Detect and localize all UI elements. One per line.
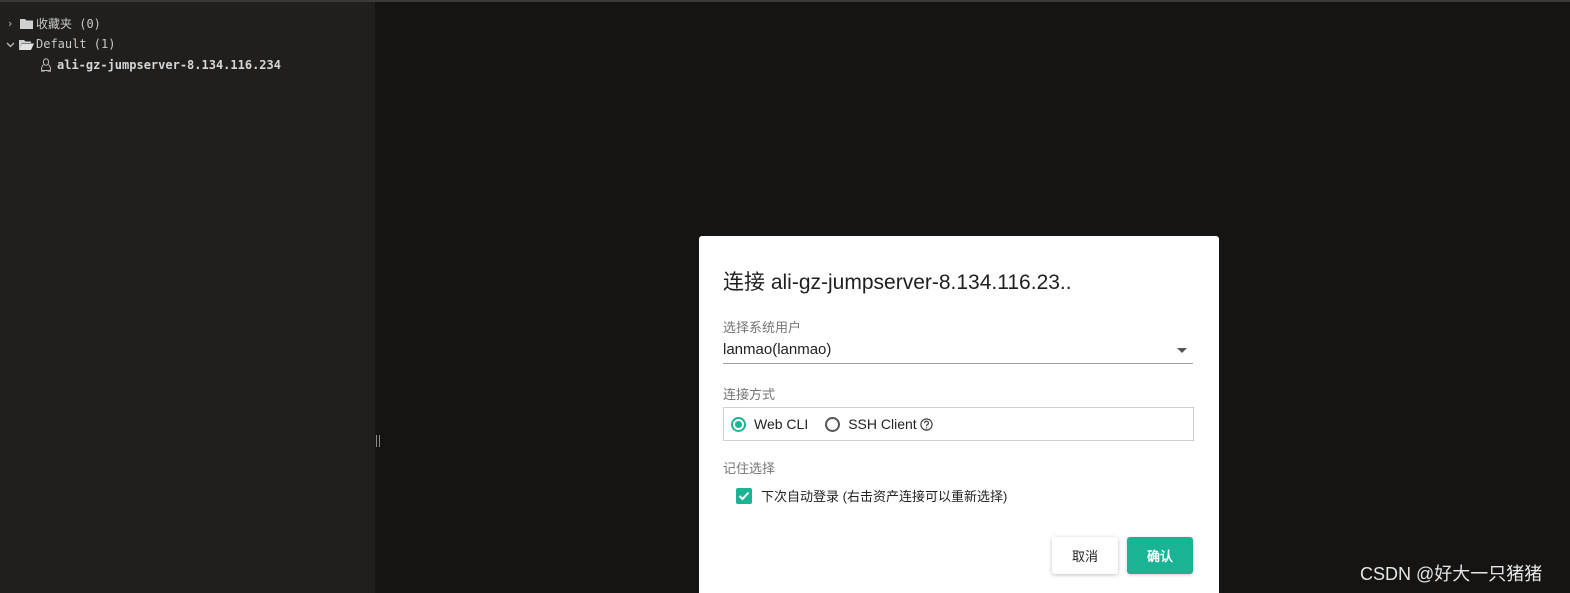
tree-node-host[interactable]: ali-gz-jumpserver-8.134.116.234: [38, 55, 281, 75]
auto-login-label: 下次自动登录 (右击资产连接可以重新选择): [761, 489, 1008, 504]
linux-icon: [38, 58, 54, 72]
connect-method-group: Web CLI SSH Client: [723, 407, 1194, 441]
tree-node-label: 收藏夹 (0): [36, 16, 101, 31]
pane-resize-handle[interactable]: [375, 433, 381, 449]
dropdown-arrow-icon[interactable]: [1177, 348, 1187, 353]
radio-label: SSH Client: [848, 416, 917, 432]
radio-label: Web CLI: [754, 416, 809, 432]
cancel-button[interactable]: 取消: [1052, 537, 1118, 574]
radio-ssh-client[interactable]: SSH Client: [825, 416, 933, 432]
folder-icon: [18, 18, 34, 29]
checkbox-checked-icon[interactable]: [736, 487, 752, 504]
chevron-down-icon[interactable]: [2, 38, 18, 51]
radio-selected-icon[interactable]: [731, 416, 746, 432]
watermark-text: CSDN @好大一只猪猪: [1360, 564, 1543, 584]
tree-node-label: Default (1): [36, 37, 116, 51]
remember-choice-label: 记住选择: [723, 461, 776, 476]
help-icon[interactable]: [920, 417, 933, 431]
asset-tree-sidebar: › 收藏夹 (0) Default (1) ali-gz-jumpserver-…: [0, 2, 375, 593]
folder-open-icon: [18, 39, 34, 50]
tree-node-default[interactable]: Default (1): [2, 34, 115, 54]
host-label: ali-gz-jumpserver-8.134.116.234: [57, 58, 281, 72]
radio-web-cli[interactable]: Web CLI: [731, 416, 808, 432]
system-user-select[interactable]: lanmao(lanmao): [723, 339, 1193, 364]
auto-login-checkbox-row[interactable]: 下次自动登录 (右击资产连接可以重新选择): [736, 486, 1007, 505]
connect-method-label: 连接方式: [723, 387, 776, 402]
system-user-value: lanmao(lanmao): [723, 341, 832, 358]
tree-node-favorites[interactable]: › 收藏夹 (0): [2, 13, 101, 33]
dialog-title: 连接 ali-gz-jumpserver-8.134.116.23..: [723, 271, 1072, 294]
chevron-right-icon[interactable]: ›: [2, 17, 18, 30]
confirm-button[interactable]: 确认: [1127, 537, 1193, 574]
connect-dialog: 连接 ali-gz-jumpserver-8.134.116.23.. 选择系统…: [699, 236, 1219, 593]
radio-unselected-icon[interactable]: [825, 416, 841, 432]
system-user-label: 选择系统用户: [723, 320, 802, 335]
